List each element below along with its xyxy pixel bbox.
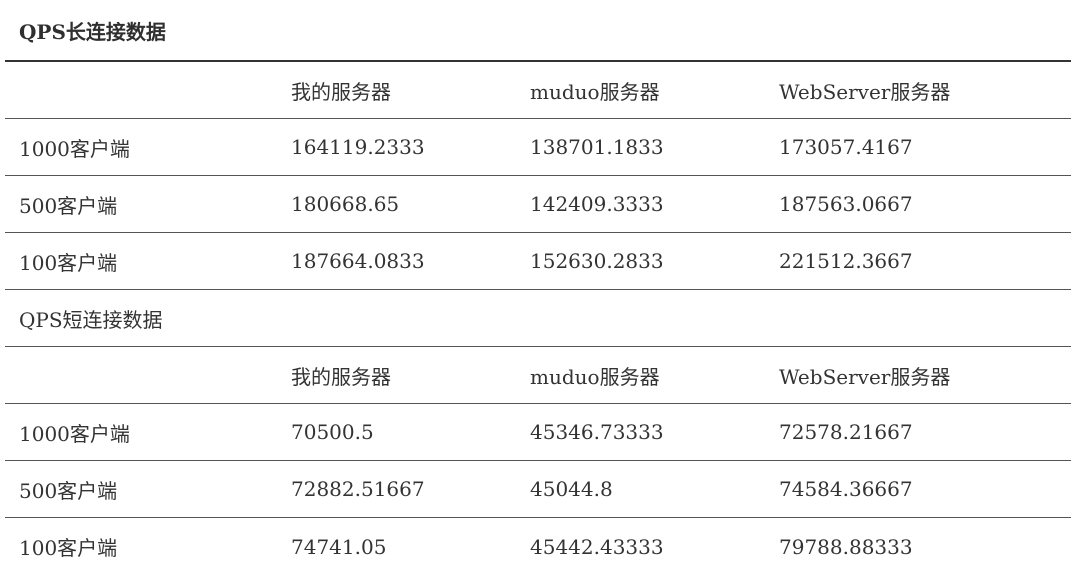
- row-label: 500客户端: [19, 193, 118, 218]
- table-cell: 74584.36667: [779, 477, 913, 501]
- table-cell: 70500.5: [291, 420, 374, 444]
- header-cell-webserver: WebServer服务器: [779, 79, 951, 104]
- table-cell: 187664.0833: [291, 249, 425, 273]
- table-cell: 164119.2333: [291, 135, 425, 159]
- row-label: 500客户端: [19, 478, 118, 503]
- table-row: 100客户端 187664.0833 152630.2833 221512.36…: [5, 233, 1071, 290]
- short-connection-title-text: QPS短连接数据: [19, 307, 163, 332]
- table-cell: 72882.51667: [291, 477, 425, 501]
- table-cell: 79788.88333: [779, 534, 913, 559]
- long-connection-header-row: 我的服务器 muduo服务器 WebServer服务器: [5, 62, 1071, 119]
- header-cell-muduo-server: muduo服务器: [530, 364, 660, 389]
- table-row: 1000客户端 164119.2333 138701.1833 173057.4…: [5, 119, 1071, 176]
- header-cell-my-server: 我的服务器: [291, 79, 391, 104]
- table-cell: 173057.4167: [779, 135, 913, 159]
- row-label: 100客户端: [19, 536, 118, 560]
- row-label: 100客户端: [19, 250, 118, 275]
- table-row: 500客户端 72882.51667 45044.8 74584.36667: [5, 461, 1071, 518]
- table-cell: 187563.0667: [779, 192, 913, 216]
- table-cell: 180668.65: [291, 192, 400, 216]
- row-label: 1000客户端: [19, 136, 130, 161]
- table-cell: 221512.3667: [779, 249, 913, 273]
- table-cell: 142409.3333: [530, 192, 664, 216]
- table-cell: 45346.73333: [530, 420, 664, 444]
- table-cell: 45442.43333: [530, 534, 664, 559]
- header-cell-my-server: 我的服务器: [291, 364, 391, 389]
- row-label: 1000客户端: [19, 421, 130, 446]
- short-connection-title: QPS短连接数据: [5, 290, 1071, 347]
- short-connection-header-row: 我的服务器 muduo服务器 WebServer服务器: [5, 347, 1071, 404]
- table-cell: 138701.1833: [530, 135, 664, 159]
- header-cell-webserver: WebServer服务器: [779, 364, 951, 389]
- table-row: 1000客户端 70500.5 45346.73333 72578.21667: [5, 404, 1071, 461]
- qps-document: QPS长连接数据 我的服务器 muduo服务器 WebServer服务器 100…: [5, 0, 1071, 575]
- table-row: 100客户端 74741.05 45442.43333 79788.88333: [5, 518, 1071, 575]
- table-cell: 45044.8: [530, 477, 613, 501]
- table-cell: 152630.2833: [530, 249, 664, 273]
- header-cell-muduo-server: muduo服务器: [530, 79, 660, 104]
- table-row: 500客户端 180668.65 142409.3333 187563.0667: [5, 176, 1071, 233]
- long-connection-title: QPS长连接数据: [5, 0, 1071, 62]
- long-connection-title-text: QPS长连接数据: [19, 19, 166, 44]
- table-cell: 72578.21667: [779, 420, 913, 444]
- table-cell: 74741.05: [291, 534, 387, 559]
